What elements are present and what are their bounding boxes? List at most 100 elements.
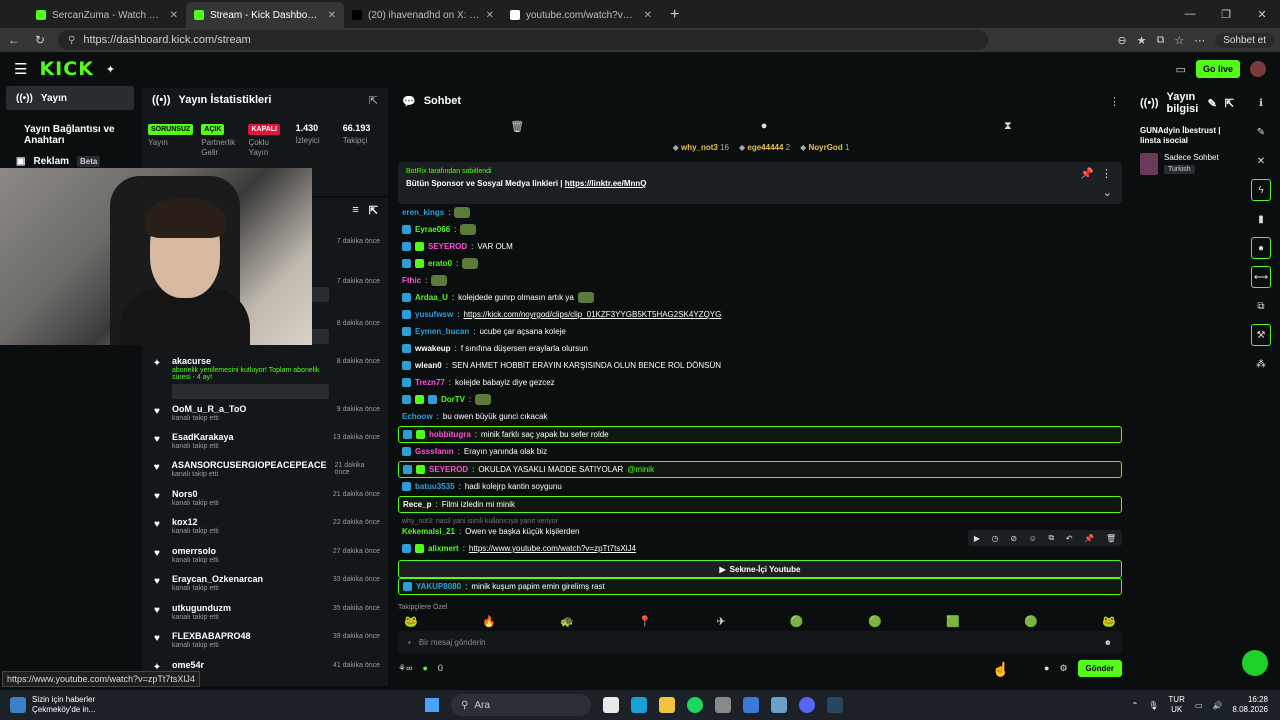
settings-icon[interactable]: ⚙: [1059, 663, 1067, 674]
pin-icon[interactable]: ✦: [106, 63, 115, 76]
menu-dots-icon[interactable]: ⋯: [1194, 34, 1205, 47]
reload-button[interactable]: ↻: [32, 33, 48, 47]
emoji-icon[interactable]: ☻: [1104, 638, 1112, 647]
extensions-icon[interactable]: ⧉: [1156, 34, 1164, 47]
close-window-button[interactable]: ✕: [1244, 8, 1280, 21]
chat-username[interactable]: Eymen_bucan: [415, 327, 469, 336]
copy-icon[interactable]: ⧉: [1049, 533, 1055, 543]
mic-icon[interactable]: 🎙: [1148, 701, 1158, 710]
chat-icon[interactable]: ●: [1251, 237, 1271, 259]
trash-icon[interactable]: ▮: [1251, 208, 1271, 230]
app-icon[interactable]: [771, 697, 787, 713]
pinned-link[interactable]: https://linktr.ee/MnnQ: [565, 179, 647, 188]
favorites-icon[interactable]: ☆: [1174, 34, 1184, 47]
pin-icon[interactable]: 📌: [1080, 167, 1094, 180]
file-explorer-icon[interactable]: [659, 697, 675, 713]
close-tab-icon[interactable]: ✕: [486, 10, 494, 21]
browser-tab[interactable]: youtube.com/watch?v=zpTt7tsXlJ4 ✕: [502, 2, 660, 28]
cross-icon[interactable]: ✕: [1251, 150, 1271, 172]
edge-icon[interactable]: [631, 697, 647, 713]
chat-username[interactable]: alixmert: [428, 544, 459, 553]
photos-icon[interactable]: [743, 697, 759, 713]
kick-logo[interactable]: KICK: [39, 58, 93, 80]
more-options-icon[interactable]: ⋮: [1109, 95, 1120, 108]
chat-username[interactable]: Trezn77: [415, 378, 445, 387]
chat-username[interactable]: Kekemalsi_21: [402, 527, 455, 536]
emote-button[interactable]: 🔥: [482, 615, 496, 628]
youtube-in-tab-button[interactable]: ▶ Sekme-İçi Youtube: [398, 560, 1122, 578]
chat-bubble-icon[interactable]: ●: [761, 120, 768, 132]
chat-username[interactable]: wlean0: [415, 361, 442, 370]
volume-icon[interactable]: 🔊: [1212, 701, 1222, 710]
discord-icon[interactable]: [799, 697, 815, 713]
steam-icon[interactable]: [827, 697, 843, 713]
back-button[interactable]: ←: [6, 33, 22, 47]
wrench-icon[interactable]: ⚒: [1251, 324, 1271, 346]
chat-username[interactable]: Ardaa_U: [415, 293, 448, 302]
chat-username[interactable]: wwakeup: [415, 344, 451, 353]
status-dot[interactable]: [1242, 650, 1268, 676]
emote-button[interactable]: 📍: [638, 615, 652, 628]
copy-icon[interactable]: ⧉: [1251, 295, 1271, 317]
chevron-up-icon[interactable]: ⌃: [1132, 701, 1139, 710]
chat-username[interactable]: yusufwsw: [415, 310, 453, 319]
lightning-icon[interactable]: ϟ: [1251, 179, 1271, 201]
filter-icon[interactable]: ≡: [352, 204, 358, 216]
edit-icon[interactable]: ✎: [1208, 97, 1217, 110]
maximize-button[interactable]: ❐: [1208, 8, 1244, 21]
pin-icon[interactable]: 📌: [1084, 534, 1094, 543]
infinity-icon[interactable]: ⚘∞: [398, 663, 412, 674]
close-tab-icon[interactable]: ✕: [170, 10, 178, 21]
news-widget[interactable]: Sizin için haberler Çekmeköy'de in...: [0, 695, 140, 714]
chat-bubble-icon[interactable]: ●: [1044, 663, 1049, 673]
network-icon[interactable]: ▭: [1195, 701, 1203, 710]
browser-tab[interactable]: (20) ihavenadhd on X: "Şehmus & ... ✕: [344, 2, 502, 28]
clock-icon[interactable]: ◷: [992, 534, 999, 543]
chat-username[interactable]: YAKUP8080: [416, 582, 461, 591]
chat-username[interactable]: erato0: [428, 259, 452, 268]
emote-button[interactable]: 🟢: [790, 615, 804, 628]
browser-tab[interactable]: Stream - Kick Dashboard ✕: [186, 2, 344, 28]
star-icon[interactable]: ★: [1137, 34, 1147, 47]
raid-icon[interactable]: ⟷: [1251, 266, 1271, 288]
play-icon[interactable]: ▶: [974, 534, 980, 543]
chat-username[interactable]: Eyrae066: [415, 225, 450, 234]
chat-username[interactable]: Fthic: [402, 276, 421, 285]
chat-username[interactable]: eren_kings: [402, 208, 444, 217]
reply-icon[interactable]: ↶: [1066, 534, 1073, 543]
emote-button[interactable]: 🐸: [404, 615, 418, 628]
emote-icon[interactable]: ☺: [1029, 534, 1037, 543]
chat-username[interactable]: DorTV: [441, 395, 465, 404]
slash-icon[interactable]: ⊘: [1010, 534, 1017, 543]
emote-button[interactable]: 🐢: [560, 615, 574, 628]
task-view-icon[interactable]: [603, 697, 619, 713]
chat-username[interactable]: Rece_p: [403, 500, 431, 509]
popout-icon[interactable]: ⇱: [369, 204, 378, 217]
user-avatar[interactable]: [1250, 61, 1266, 77]
address-bar[interactable]: ⚲ https://dashboard.kick.com/stream: [58, 30, 988, 50]
emote-button[interactable]: ✈: [716, 615, 725, 628]
display-icon[interactable]: ▭: [1176, 63, 1186, 76]
hamburger-menu-icon[interactable]: ☰: [14, 60, 27, 78]
sidebar-item-stream[interactable]: ((•)) Yayın: [6, 86, 134, 110]
taskbar-search[interactable]: ⚲ Ara: [451, 694, 591, 716]
close-tab-icon[interactable]: ✕: [328, 10, 336, 21]
trash-icon[interactable]: 🗑: [1106, 534, 1116, 543]
edit-icon[interactable]: ✎: [1251, 121, 1271, 143]
chat-input[interactable]: ▪ Bir mesaj gönderin ☻: [398, 631, 1122, 653]
new-tab-button[interactable]: +: [660, 6, 689, 28]
chat-username[interactable]: hobbitugra: [429, 430, 471, 439]
popout-icon[interactable]: ⇱: [1225, 97, 1234, 110]
chat-username[interactable]: Gsssfanın: [415, 447, 454, 456]
copilot-chat-button[interactable]: Sohbet et: [1215, 32, 1274, 48]
trash-icon[interactable]: 🗑: [510, 120, 524, 133]
language-indicator[interactable]: TUR UK: [1168, 695, 1184, 714]
emote-button[interactable]: 🐸: [1102, 615, 1116, 628]
chat-link[interactable]: https://www.youtube.com/watch?v=zpTt7tsX…: [469, 544, 636, 553]
close-tab-icon[interactable]: ✕: [644, 10, 652, 21]
windows-start-icon[interactable]: [425, 698, 439, 712]
chat-username[interactable]: Echoow: [402, 412, 433, 421]
browser-tab[interactable]: SercanZuma - Watch clips on Kick ✕: [28, 2, 186, 28]
info-icon[interactable]: ℹ: [1251, 92, 1271, 114]
hourglass-icon[interactable]: ⧗: [1004, 120, 1012, 133]
